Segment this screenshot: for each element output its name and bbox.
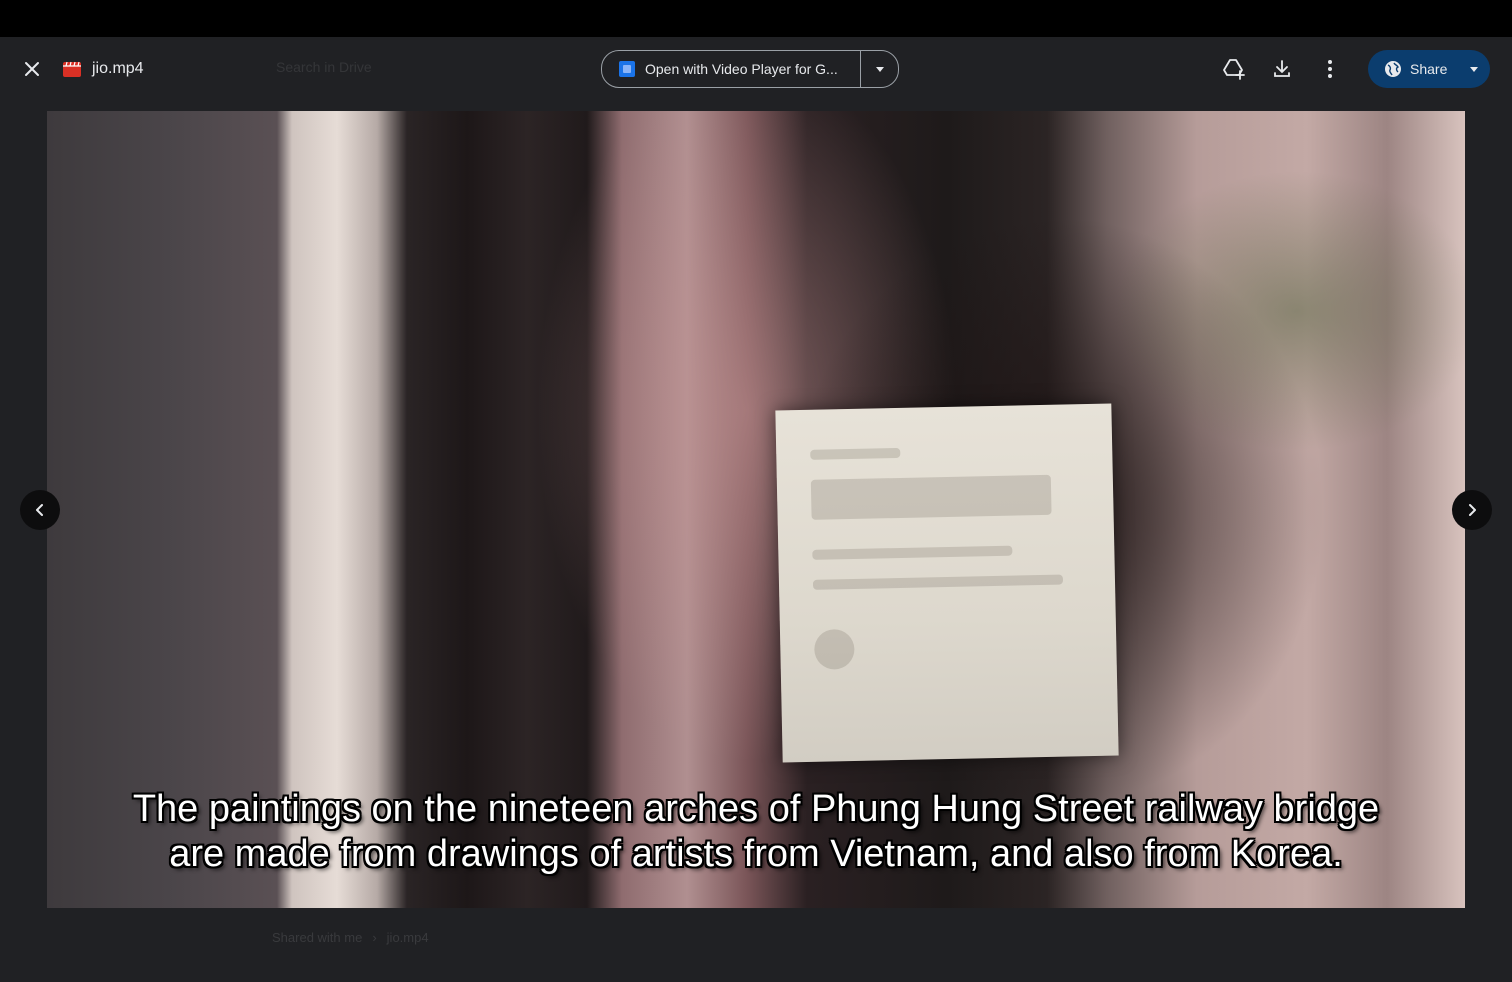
video-player[interactable]: The paintings on the nineteen arches of … — [47, 111, 1465, 908]
share-control: Share — [1368, 50, 1490, 88]
download-icon — [1274, 60, 1290, 77]
breadcrumb-file: jio.mp4 — [386, 930, 429, 945]
caret-down-icon — [1470, 67, 1478, 72]
previous-file-button[interactable] — [20, 490, 60, 530]
more-vert-icon — [1328, 60, 1332, 78]
subtitle-line-2: are made from drawings of artists from V… — [169, 833, 1343, 875]
open-with-dropdown-button[interactable] — [861, 51, 898, 87]
open-with-control: Open with Video Player for G... — [601, 50, 899, 88]
sign-text-blur — [810, 447, 901, 460]
sign-text-blur — [812, 574, 1064, 590]
close-icon — [25, 62, 39, 76]
chevron-left-icon — [36, 504, 43, 516]
breadcrumb-separator: › — [372, 930, 377, 945]
open-with-button[interactable]: Open with Video Player for G... — [602, 51, 861, 87]
next-file-button[interactable] — [1452, 490, 1492, 530]
video-frame-sign — [775, 403, 1119, 763]
video-player-app-icon — [619, 61, 635, 77]
background-breadcrumb: Shared with me › jio.mp4 — [272, 930, 429, 945]
add-to-drive-icon — [1223, 59, 1245, 80]
download-button[interactable] — [1264, 51, 1300, 87]
file-name: jio.mp4 — [92, 60, 144, 77]
caret-down-icon — [875, 67, 884, 72]
breadcrumb-folder: Shared with me — [272, 930, 363, 945]
video-subtitles: The paintings on the nineteen arches of … — [47, 787, 1465, 877]
sign-stamp-blur — [813, 628, 855, 670]
open-with-label: Open with Video Player for G... — [645, 61, 838, 77]
share-dropdown-button[interactable] — [1458, 50, 1490, 88]
viewer-toolbar: jio.mp4 Open with Video Player for G... — [0, 37, 1512, 101]
globe-icon — [1385, 61, 1401, 77]
sign-text-blur — [812, 545, 1013, 560]
subtitle-line-1: The paintings on the nineteen arches of … — [132, 788, 1380, 830]
more-actions-button[interactable] — [1312, 51, 1348, 87]
sign-text-blur — [810, 474, 1052, 520]
share-label: Share — [1410, 61, 1448, 77]
add-to-drive-button[interactable] — [1216, 51, 1252, 87]
chevron-right-icon — [1469, 504, 1476, 516]
video-file-icon — [63, 61, 81, 77]
share-button[interactable]: Share — [1368, 50, 1458, 88]
close-button[interactable] — [14, 51, 50, 87]
file-viewer: Search in Drive jio.mp4 Open with Video … — [0, 37, 1512, 982]
